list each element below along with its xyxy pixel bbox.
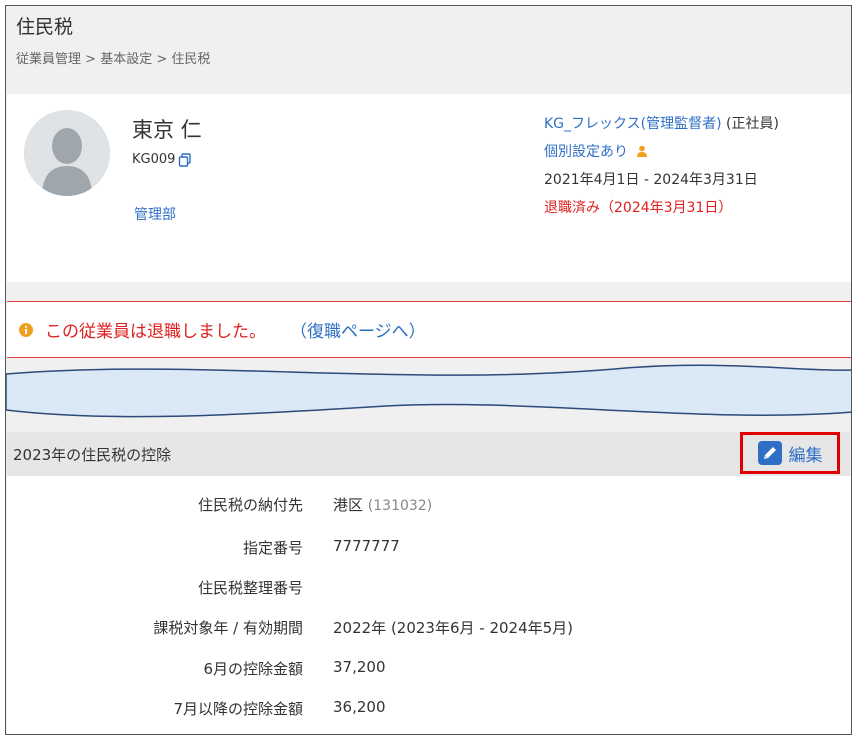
section-header: 2023年の住民税の控除 編集 [7,432,850,476]
edit-button-label: 編集 [788,445,823,466]
department-link[interactable]: 管理部 [134,204,176,224]
edit-button[interactable]: 編集 [740,432,840,474]
detail-value: 2022年 (2023年6月 - 2024年5月) [333,619,574,637]
detail-label: 住民税の納付先 [197,496,303,514]
section-title: 2023年の住民税の控除 [13,446,172,464]
reinstate-page-link[interactable]: （復職ページへ） [290,317,426,342]
employee-code: KG009 [132,152,176,167]
detail-value: 37,200 [333,658,386,676]
employee-code-row: KG009 [132,152,192,167]
detail-label: 指定番号 [242,539,303,557]
detail-value: 港区 (131032) [333,496,433,514]
detail-label: 6月の控除金額 [203,660,303,678]
employment-period: 2021年4月1日 - 2024年3月31日 [544,172,758,188]
work-rule-link[interactable]: KG_フレックス(管理監督者) [544,116,722,132]
info-icon [19,322,33,337]
pencil-icon [757,441,782,465]
copy-icon[interactable] [178,152,192,167]
employee-status-panel: KG_フレックス(管理監督者) (正社員) 個別設定あり 2021年4月1日 -… [544,110,779,222]
retired-alert: この従業員は退職しました。 （復職ページへ） [7,301,851,358]
window-frame: 住民税 従業員管理 > 基本設定 > 住民税 東京 仁 KG009 管理部 KG… [5,5,852,735]
detail-value: 36,200 [333,698,386,716]
breadcrumb-item-basic-settings[interactable]: 基本設定 [100,52,152,67]
avatar [24,110,110,196]
employee-profile-card: 東京 仁 KG009 管理部 KG_フレックス(管理監督者) (正社員) 個別設… [7,94,851,282]
breadcrumb-separator: > [81,52,101,67]
breadcrumb-item-employee-management[interactable]: 従業員管理 [16,52,81,67]
retired-status: 退職済み（2024年3月31日） [544,200,733,216]
detail-label: 住民税整理番号 [197,579,303,597]
detail-row-tax-reference-number: 住民税整理番号 [7,577,851,597]
alert-message: この従業員は退職しました。 [45,322,266,342]
breadcrumb-separator: > [152,52,172,67]
individual-setting-row: 個別設定あり [544,138,779,166]
breadcrumb: 従業員管理 > 基本設定 > 住民税 [16,48,210,67]
employment-type: (正社員) [721,116,779,132]
detail-row-payment-destination: 住民税の納付先 港区 (131032) [7,494,851,514]
content-omitted-band [6,364,851,418]
detail-row-july-onward-deduction: 7月以降の控除金額 36,200 [7,698,851,718]
avatar-placeholder [24,110,110,196]
detail-label: 課税対象年 / 有効期間 [153,619,303,637]
detail-row-tax-year-period: 課税対象年 / 有効期間 2022年 (2023年6月 - 2024年5月) [7,617,851,637]
work-rule-row: KG_フレックス(管理監督者) (正社員) [544,110,779,138]
person-icon [637,145,648,157]
detail-label: 7月以降の控除金額 [173,700,303,718]
detail-row-designation-number: 指定番号 7777777 [7,537,851,557]
breadcrumb-item-resident-tax: 住民税 [171,52,211,67]
page-title: 住民税 [16,16,74,38]
individual-setting-link[interactable]: 個別設定あり [544,144,628,160]
detail-value: 7777777 [333,537,400,555]
deduction-details: 住民税の納付先 港区 (131032) 指定番号 7777777 住民税整理番号… [7,476,851,734]
detail-row-june-deduction: 6月の控除金額 37,200 [7,658,851,678]
employee-name: 東京 仁 [132,118,202,142]
